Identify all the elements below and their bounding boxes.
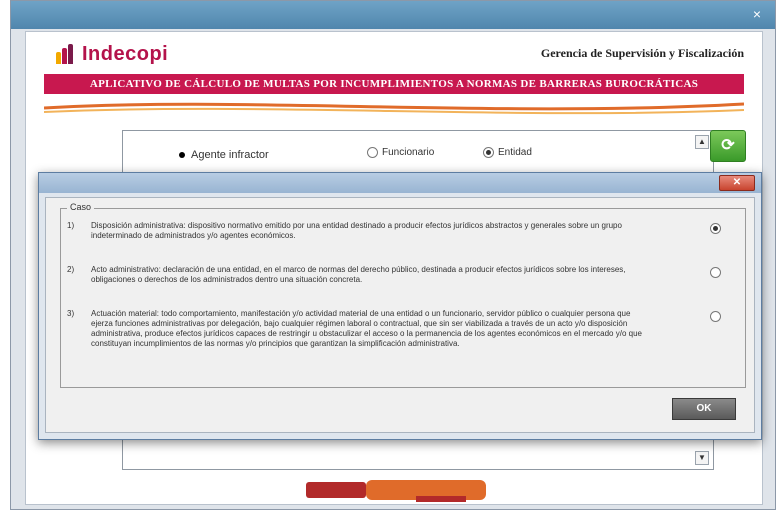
option-funcionario[interactable]: Funcionario xyxy=(367,147,434,158)
caso-dialog: ✕ Caso 1) Disposición administrativa: di… xyxy=(38,172,762,440)
caso-fieldset: Caso 1) Disposición administrativa: disp… xyxy=(60,202,746,388)
scroll-up-button[interactable]: ▲ xyxy=(695,135,709,149)
app-banner: APLICATIVO DE CÁLCULO DE MULTAS POR INCU… xyxy=(44,74,744,94)
brand-name: Indecopi xyxy=(82,42,169,65)
case-3-radio[interactable] xyxy=(710,311,721,322)
dialog-body: Caso 1) Disposición administrativa: disp… xyxy=(45,197,755,433)
case-1-radio[interactable] xyxy=(710,223,721,234)
case-2-radio[interactable] xyxy=(710,267,721,278)
indecopi-logo-icon xyxy=(56,44,74,64)
ok-button[interactable]: OK xyxy=(672,398,736,420)
case-text: Acto administrativo: declaración de una … xyxy=(91,265,626,284)
funcionario-label: Funcionario xyxy=(382,147,435,158)
dialog-close-button[interactable]: ✕ xyxy=(719,175,755,191)
case-text: Disposición administrativa: dispositivo … xyxy=(91,221,622,240)
funcionario-radio[interactable] xyxy=(367,147,378,158)
case-number: 2) xyxy=(67,265,75,274)
dialog-titlebar: ✕ xyxy=(39,173,761,193)
caso-legend: Caso xyxy=(67,202,95,212)
case-text: Actuación material: todo comportamiento,… xyxy=(91,309,642,348)
scroll-down-button[interactable]: ▼ xyxy=(695,451,709,465)
agent-row: Agente infractor xyxy=(179,149,269,161)
case-number: 1) xyxy=(67,221,75,230)
refresh-icon: ⟳ xyxy=(721,137,735,154)
option-entidad[interactable]: Entidad xyxy=(483,147,532,158)
agent-label: Agente infractor xyxy=(191,149,269,161)
bullet-icon xyxy=(179,152,185,158)
brand: Indecopi xyxy=(56,42,168,66)
header-wave-decoration xyxy=(44,102,744,115)
header-subtitle: Gerencia de Supervisión y Fiscalización xyxy=(540,46,744,60)
window-close-button[interactable]: × xyxy=(747,5,767,23)
entidad-radio[interactable] xyxy=(483,147,494,158)
barreras-logo xyxy=(306,480,486,502)
case-number: 3) xyxy=(67,309,75,318)
window-titlebar: × xyxy=(11,1,775,29)
refresh-button[interactable]: ⟳ xyxy=(710,130,746,162)
entidad-label: Entidad xyxy=(498,147,532,158)
